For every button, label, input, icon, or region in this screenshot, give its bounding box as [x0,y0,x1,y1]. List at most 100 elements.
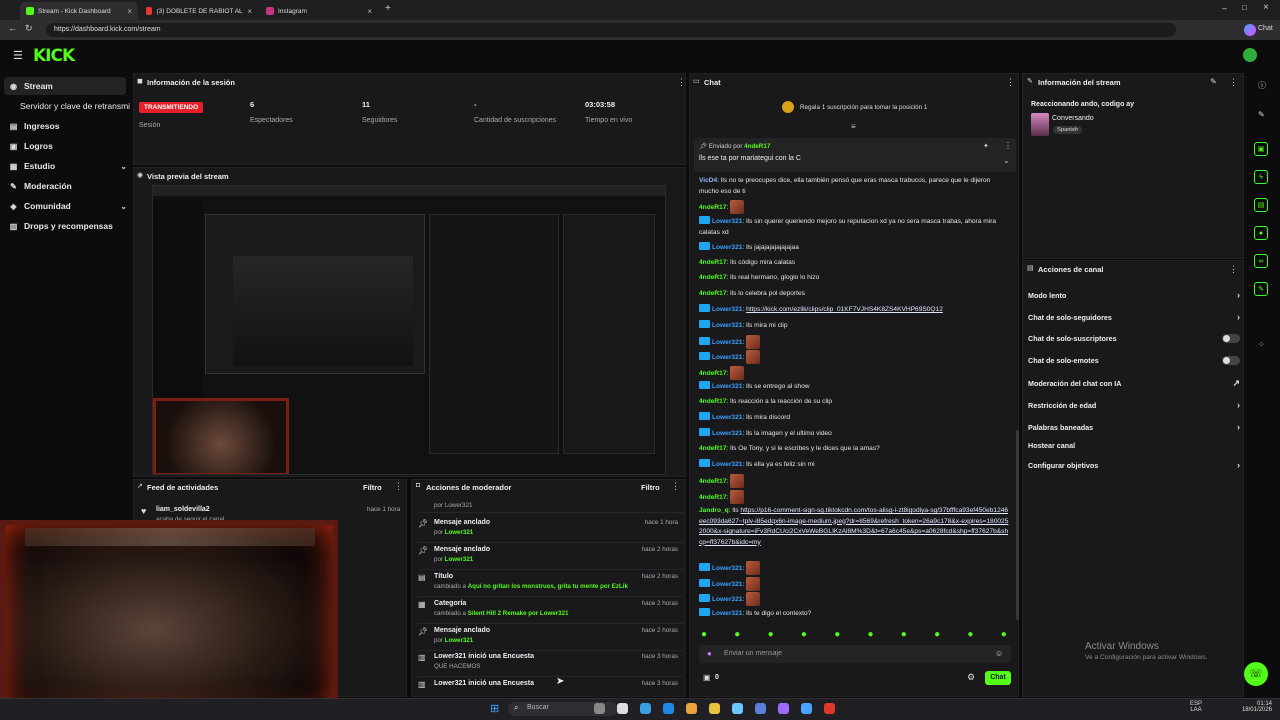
copilot-icon[interactable] [1244,24,1256,36]
rail-mod-icon[interactable]: ✎ [1254,282,1268,296]
chat-username[interactable]: 4ndeR17 [699,204,727,211]
gift-sub-banner[interactable]: Regala 1 suscripción para tomar la posic… [800,104,927,111]
rail-doc-icon[interactable]: ▤ [1254,198,1268,212]
toggle-switch[interactable] [1222,334,1240,343]
chat-username[interactable]: Lower321 [712,306,742,313]
sidebar-item-logros[interactable]: ▣ Logros [9,141,127,151]
activity-more-icon[interactable]: ⋮ [394,481,403,492]
chat-username[interactable]: Lower321 [712,218,742,225]
chat-username[interactable]: VicD4 [699,177,717,184]
emote-shortcut-icon[interactable]: ● [868,629,874,640]
chat-scrollbar[interactable] [1016,430,1019,620]
kick-logo[interactable]: KICK [33,46,75,66]
rail-bolt-icon[interactable]: ϟ [1254,170,1268,184]
rail-link-icon[interactable]: ∞ [1254,254,1268,268]
chat-username[interactable]: Lower321 [712,596,742,603]
chat-username[interactable]: Lower321 [712,244,742,251]
browser-icon[interactable] [801,703,812,714]
modactions-filter-button[interactable]: Filtro [641,483,660,492]
sidebar-item-comunidad[interactable]: ◈ Comunidad ⌄ [9,201,127,211]
chat-username[interactable]: 4ndeR17 [699,494,727,501]
widget-icon[interactable] [594,703,605,714]
close-tab-icon[interactable]: × [127,7,132,16]
stream-preview-video[interactable] [152,185,666,475]
channel-actions-more-icon[interactable]: ⋮ [1229,264,1238,275]
store-icon[interactable] [663,703,674,714]
chrome-icon[interactable] [824,703,835,714]
chat-username[interactable]: Lower321 [712,414,742,421]
rail-bubble-icon[interactable]: ● [1254,226,1268,240]
close-tab-icon[interactable]: × [367,7,372,16]
chat-username[interactable]: 4ndeR17 [699,274,727,281]
detail-user[interactable]: Lower321 [445,556,474,563]
taskview-icon[interactable] [617,703,628,714]
emote-shortcut-icon[interactable]: ● [801,629,807,640]
copilot-app-icon[interactable] [686,703,697,714]
mail-icon[interactable] [732,703,743,714]
streaminfo-more-icon[interactable]: ⋮ [1229,77,1238,88]
chat-username[interactable]: 4ndeR17 [699,370,727,377]
tab-kick-dashboard[interactable]: Stream - Kick Dashboard × [20,2,138,20]
back-icon[interactable]: ← [8,23,17,33]
emote-shortcut-icon[interactable]: ● [934,629,940,640]
taskbar-clock[interactable]: 01:14 18/01/2026 [1238,701,1272,713]
activity-user[interactable]: liam_soldevilla2 [156,506,210,513]
chat-username[interactable]: 4ndeR17 [699,259,727,266]
session-more-icon[interactable]: ⋮ [677,77,686,88]
chat-username[interactable]: 4ndeR17 [699,398,727,405]
emote-shortcut-icon[interactable]: ● [834,629,840,640]
sidebar-item-estudio[interactable]: ▦ Estudio ⌄ [9,161,127,171]
channel-action-item[interactable]: Hostear canal [1028,441,1240,450]
chat-username[interactable]: Lower321 [712,610,742,617]
channel-action-item[interactable]: Moderación del chat con IA ↗ [1028,378,1240,389]
user-avatar[interactable] [1243,48,1257,62]
menu-icon[interactable]: ☰ [13,49,23,62]
windows-start-icon[interactable]: ⊞ [490,702,499,715]
taskbar-lang[interactable]: ESP LAA [1190,701,1202,713]
rail-edit-icon[interactable]: ✎ [1258,110,1265,119]
chat-username[interactable]: 4ndeR17 [699,290,727,297]
detail-user[interactable]: Lower321 [445,529,474,536]
send-chat-button[interactable]: Chat [985,671,1011,685]
chat-username[interactable]: Lower321 [712,461,742,468]
channel-action-item[interactable]: Modo lento › [1028,290,1240,300]
category-name[interactable]: Conversando [1052,115,1094,122]
minimize-icon[interactable]: – [1222,3,1227,13]
new-tab-icon[interactable]: + [385,3,391,14]
detail-user[interactable]: Lower321 [445,637,474,644]
category-thumbnail[interactable] [1031,113,1049,136]
sidebar-item-ingresos[interactable]: ▤ Ingresos [9,121,127,131]
address-bar[interactable]: https://dashboard.kick.com/stream [46,23,1176,37]
emote-picker-icon[interactable]: ☺ [995,649,1003,658]
channel-action-item[interactable]: Restricción de edad › [1028,400,1240,410]
pinned-more-icon[interactable]: ⋮ [1004,141,1012,150]
unpin-icon[interactable]: ✦ [983,142,989,150]
filter-icon[interactable]: ≡ [851,122,856,131]
sidebar-item-stream[interactable]: ◉ Stream [9,81,127,91]
chat-username[interactable]: Lower321 [712,339,742,346]
maximize-icon[interactable]: □ [1242,3,1247,12]
chat-username[interactable]: Lower321 [712,322,742,329]
chat-username[interactable]: Jandro_q [699,507,729,514]
edit-icon[interactable]: ✎ [1210,77,1217,86]
chat-username[interactable]: Lower321 [712,383,742,390]
emote-shortcut-icon[interactable]: ● [768,629,774,640]
microphone-icon[interactable]: ● [707,649,712,658]
channel-action-item[interactable]: Chat de solo-seguidores › [1028,312,1240,322]
explorer-icon[interactable] [709,703,720,714]
chat-username[interactable]: Lower321 [712,430,742,437]
chat-link[interactable]: https://p16-comment-sign-sg.tiktokcdn.co… [699,507,1008,546]
copilot-chat-label[interactable]: Chat [1258,25,1273,32]
close-tab-icon[interactable]: × [247,7,252,16]
modactions-more-icon[interactable]: ⋮ [671,481,680,492]
emote-shortcut-icon[interactable]: ● [734,629,740,640]
emote-shortcut-icon[interactable]: ● [901,629,907,640]
close-window-icon[interactable]: × [1263,2,1269,13]
chevron-down-icon[interactable]: ⌄ [1003,156,1010,165]
rail-chat-icon[interactable]: ▣ [1254,142,1268,156]
edge-icon[interactable] [640,703,651,714]
activity-filter-button[interactable]: Filtro [363,483,382,492]
tab-youtube[interactable]: (3) DOBLETE DE RABIOT AL COMO × [140,2,258,20]
steam-icon[interactable] [755,703,766,714]
settings-gear-icon[interactable]: ⚙ [967,672,975,683]
